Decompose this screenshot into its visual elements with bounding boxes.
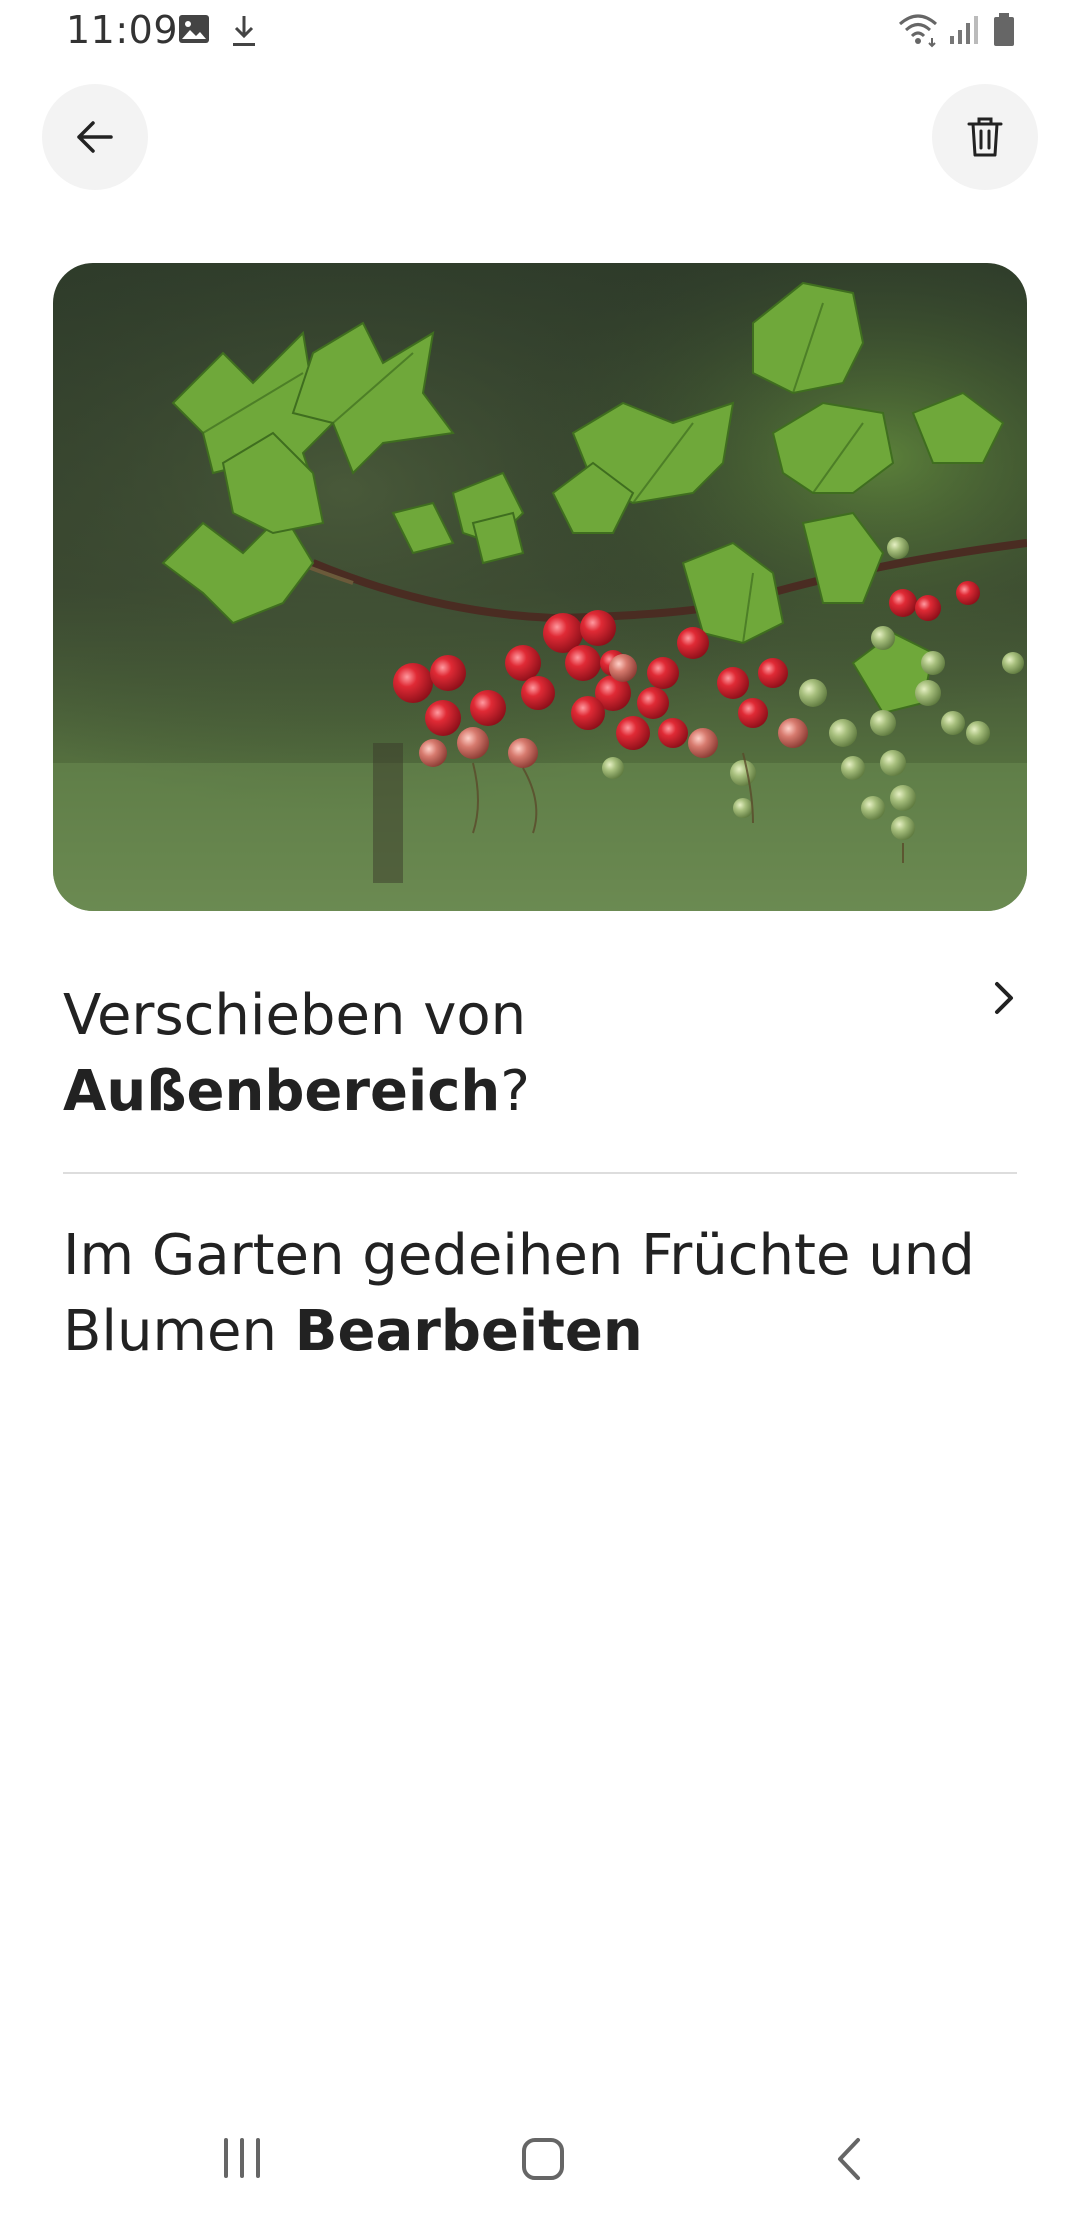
delete-button[interactable]	[932, 84, 1038, 190]
status-bar: 11:09	[0, 0, 1080, 64]
chevron-right-icon	[983, 978, 1023, 1022]
edit-description-link[interactable]: Bearbeiten	[295, 1299, 643, 1364]
divider	[63, 1172, 1017, 1174]
move-location-row[interactable]: Verschieben von Außenbereich?	[63, 978, 1023, 1138]
home-icon[interactable]	[520, 2136, 566, 2186]
status-time: 11:09	[66, 8, 179, 52]
battery-icon	[992, 12, 1016, 52]
move-prefix: Verschieben von	[63, 983, 527, 1048]
back-icon[interactable]	[830, 2136, 870, 2186]
arrow-left-icon	[77, 121, 113, 153]
move-location-text: Verschieben von Außenbereich?	[63, 978, 1023, 1130]
hero-photo	[53, 263, 1027, 911]
move-location-name: Außenbereich	[63, 1059, 501, 1124]
download-icon	[230, 14, 258, 52]
recents-icon[interactable]	[218, 2136, 266, 2184]
currant-branch-image	[53, 263, 1027, 911]
trash-icon	[967, 117, 1003, 157]
wifi-icon	[896, 12, 940, 52]
move-suffix: ?	[500, 1059, 530, 1124]
back-button[interactable]	[42, 84, 148, 190]
system-nav-bar	[0, 2100, 1080, 2220]
image-icon	[178, 14, 210, 48]
signal-icon	[948, 14, 980, 50]
description-block: Im Garten gedeihen Früchte und Blumen Be…	[63, 1218, 1023, 1370]
